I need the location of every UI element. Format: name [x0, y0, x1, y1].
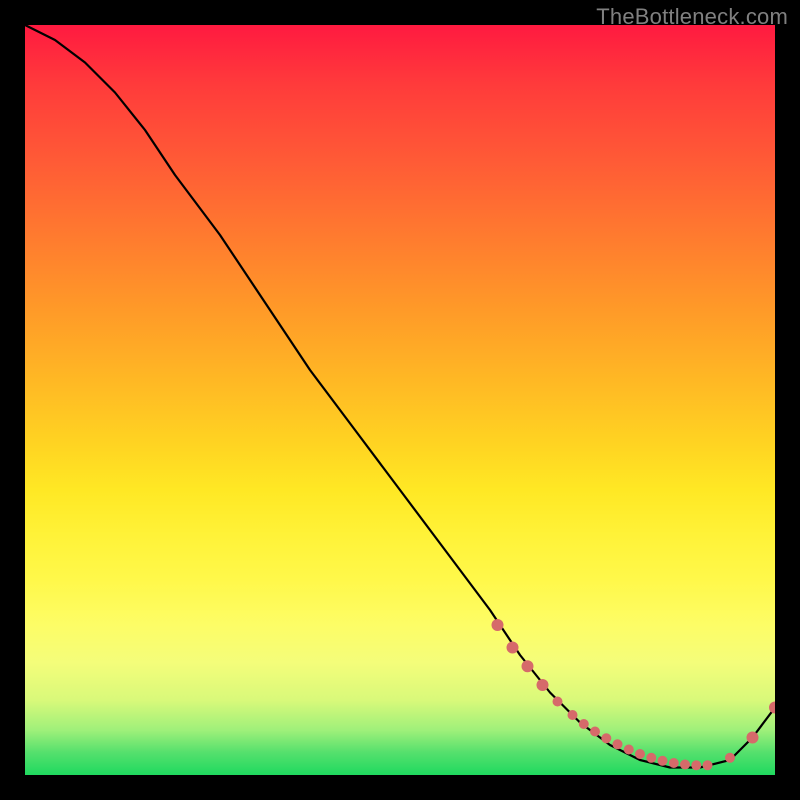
highlight-point: [590, 727, 600, 737]
highlight-point: [669, 758, 679, 768]
highlight-point: [691, 760, 701, 770]
highlight-point: [492, 619, 504, 631]
plot-area: [25, 25, 775, 775]
bottleneck-curve: [25, 25, 775, 768]
highlight-point: [747, 732, 759, 744]
highlight-point: [635, 749, 645, 759]
highlight-point: [725, 753, 735, 763]
highlight-point: [601, 733, 611, 743]
highlight-points: [492, 619, 776, 770]
highlight-point: [680, 760, 690, 770]
chart-frame: TheBottleneck.com: [0, 0, 800, 800]
watermark-text: TheBottleneck.com: [596, 4, 788, 30]
highlight-point: [553, 697, 563, 707]
highlight-point: [703, 760, 713, 770]
highlight-point: [658, 756, 668, 766]
curve-layer: [25, 25, 775, 775]
highlight-point: [769, 702, 775, 714]
highlight-point: [624, 745, 634, 755]
highlight-point: [613, 739, 623, 749]
highlight-point: [507, 642, 519, 654]
highlight-point: [646, 753, 656, 763]
highlight-point: [579, 719, 589, 729]
highlight-point: [522, 660, 534, 672]
highlight-point: [568, 710, 578, 720]
highlight-point: [537, 679, 549, 691]
